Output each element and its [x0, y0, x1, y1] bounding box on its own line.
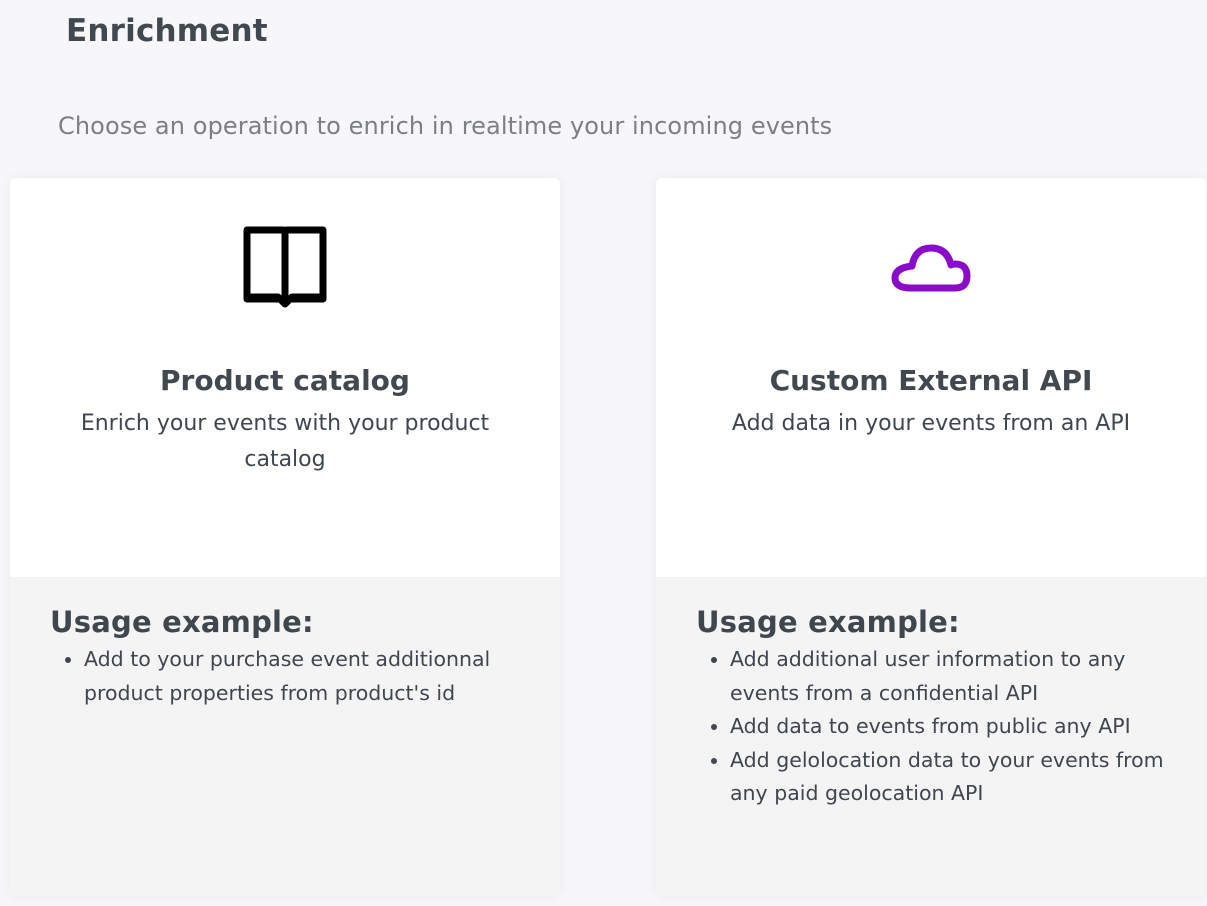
card-description: Add data in your events from an API [731, 411, 1131, 436]
page-title: Enrichment [66, 13, 268, 49]
usage-title: Usage example: [696, 605, 960, 639]
usage-title: Usage example: [50, 605, 314, 639]
usage-list: Add additional user information to any e… [696, 643, 1166, 811]
card-title: Product catalog [160, 364, 410, 397]
custom-external-api-card[interactable]: Custom External API Add data in your eve… [656, 178, 1206, 896]
card-header: Custom External API Add data in your eve… [656, 178, 1206, 577]
usage-section: Usage example: Add additional user infor… [656, 577, 1206, 811]
card-header: Product catalog Enrich your events with … [10, 178, 560, 577]
product-catalog-card[interactable]: Product catalog Enrich your events with … [10, 178, 560, 896]
usage-item: Add gelolocation data to your events fro… [730, 744, 1166, 811]
usage-item: Add data to events from public any API [730, 710, 1166, 744]
usage-section: Usage example: Add to your purchase even… [10, 577, 560, 710]
cloud-icon [891, 244, 971, 292]
usage-item: Add additional user information to any e… [730, 643, 1166, 710]
page-subtitle: Choose an operation to enrich in realtim… [58, 112, 833, 140]
card-title: Custom External API [769, 364, 1093, 397]
usage-list: Add to your purchase event additionnal p… [50, 643, 520, 710]
card-description: Enrich your events with your product cat… [80, 411, 490, 472]
usage-item: Add to your purchase event additionnal p… [84, 643, 520, 710]
book-open-icon [243, 226, 327, 308]
